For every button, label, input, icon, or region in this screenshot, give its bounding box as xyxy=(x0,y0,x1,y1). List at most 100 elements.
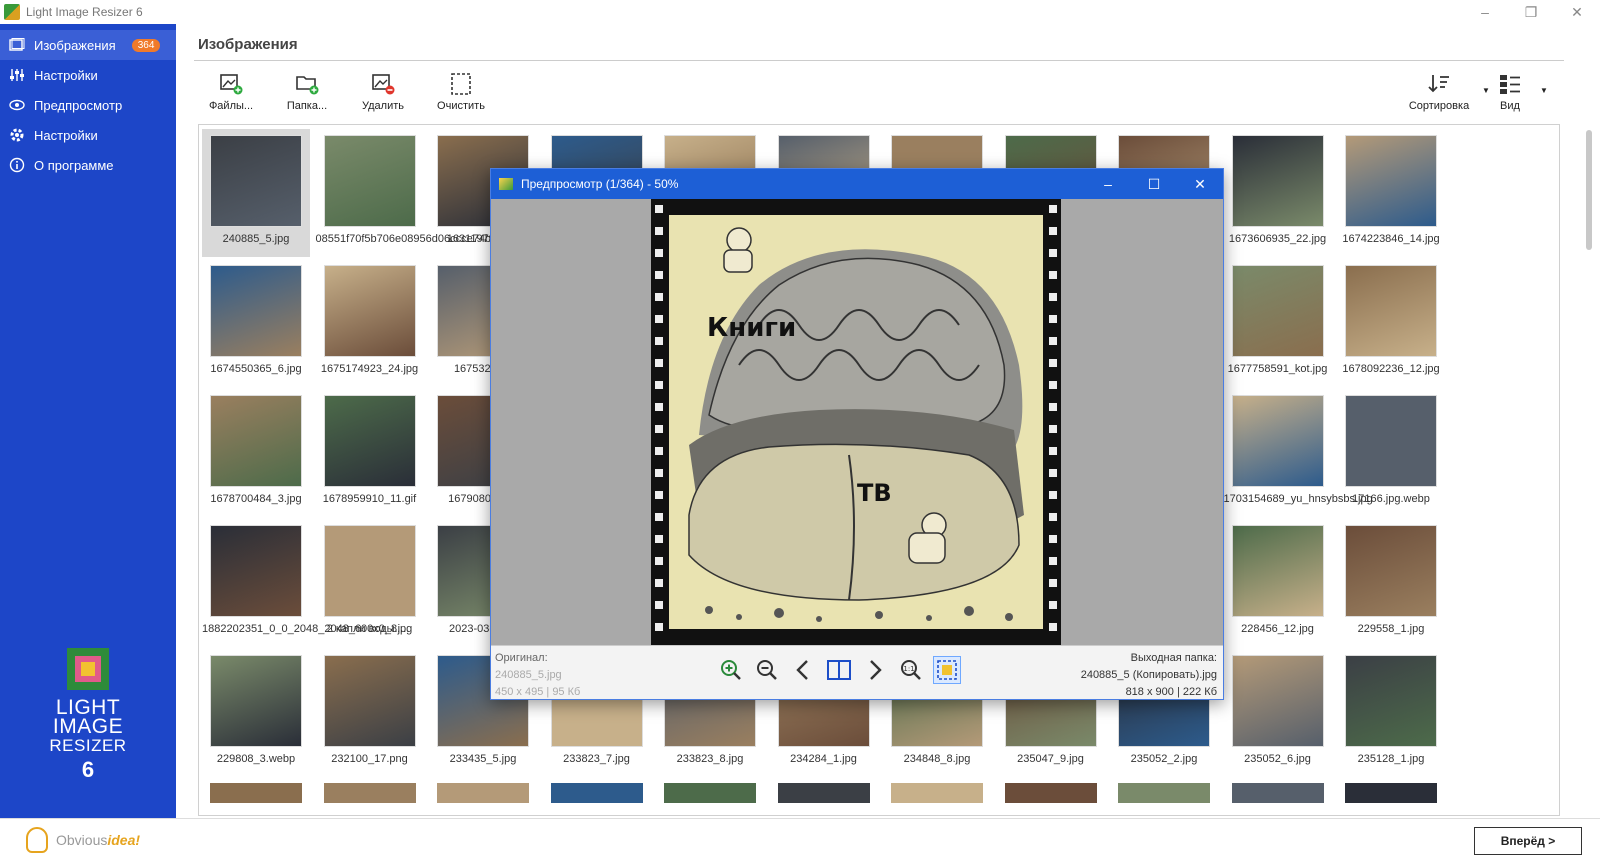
thumbnail-filename: 1675174923_24.jpg xyxy=(320,363,419,375)
thumbnail-image[interactable] xyxy=(550,783,643,803)
film-perforation xyxy=(655,205,663,639)
image-thumbnail[interactable]: 232100_17.png xyxy=(316,649,424,777)
image-thumbnail[interactable]: 08551f70f5b706e08956d06ccce74bb1.... xyxy=(316,129,516,257)
close-icon[interactable]: ✕ xyxy=(1554,0,1600,24)
delete-button[interactable]: Удалить xyxy=(346,72,420,116)
preview-info-bar: Оригинал: 240885_5.jpg 450 x 495 | 95 Кб… xyxy=(491,645,1223,699)
thumbnail-image[interactable] xyxy=(891,783,983,803)
thumbnail-image xyxy=(1231,525,1324,617)
zoom-out-icon[interactable] xyxy=(753,656,781,684)
sidebar-item-about[interactable]: О программе xyxy=(0,150,176,180)
sort-icon xyxy=(1426,72,1452,96)
restore-icon[interactable]: ❐ xyxy=(1508,0,1554,24)
thumbnail-image[interactable] xyxy=(437,783,529,803)
images-icon xyxy=(8,36,26,54)
sidebar-item-images[interactable]: Изображения 364 xyxy=(0,30,176,60)
image-thumbnail[interactable]: 235128_1.jpg xyxy=(1337,649,1445,777)
clear-button[interactable]: Очистить xyxy=(424,72,498,116)
thumbnail-filename: 235052_2.jpg xyxy=(1130,753,1198,765)
thumbnail-filename: 1673606935_22.jpg xyxy=(1228,233,1327,245)
image-thumbnail[interactable]: 1678092236_12.jpg xyxy=(1337,259,1445,387)
image-thumbnail[interactable]: 229558_1.jpg xyxy=(1337,519,1445,647)
button-label: Удалить xyxy=(362,100,404,112)
thumbnail-filename: 228456_12.jpg xyxy=(1241,623,1314,635)
close-icon[interactable]: ✕ xyxy=(1177,169,1223,199)
image-thumbnail[interactable]: 1678959910_11.gif xyxy=(316,389,424,517)
sidebar-item-preview[interactable]: Предпросмотр xyxy=(0,90,176,120)
thumbnail-image xyxy=(210,525,302,617)
view-dropdown-icon[interactable]: ▼ xyxy=(1540,86,1548,95)
thumbnail-image[interactable] xyxy=(1004,783,1097,803)
view-button[interactable]: Вид xyxy=(1480,72,1540,116)
window-controls: – ❐ ✕ xyxy=(1462,0,1600,24)
sliders-icon xyxy=(8,66,26,84)
previous-icon[interactable] xyxy=(789,656,817,684)
next-button[interactable]: Вперёд > xyxy=(1474,827,1582,855)
image-thumbnail[interactable]: 1678700484_3.jpg xyxy=(202,389,310,517)
image-thumbnail[interactable]: 235052_6.jpg xyxy=(1224,649,1332,777)
thumbnail-image xyxy=(210,655,302,747)
thumbnail-image[interactable] xyxy=(777,783,870,803)
next-icon[interactable] xyxy=(861,656,889,684)
sidebar-item-settings[interactable]: Настройки xyxy=(0,120,176,150)
logo-mark-icon xyxy=(67,648,109,690)
thumbnail-filename: 229808_3.webp xyxy=(216,753,296,765)
image-thumbnail[interactable]: 1882202351_0_0_2048_2048_600x0_8.... xyxy=(202,519,410,647)
app-title: Light Image Resizer 6 xyxy=(26,5,143,19)
sort-button[interactable]: Сортировка xyxy=(1402,72,1476,116)
image-thumbnail[interactable]: 2 капли воды.jpg xyxy=(316,519,424,647)
original-details: 450 x 495 | 95 Кб xyxy=(495,686,581,698)
image-thumbnail[interactable]: 1675174923_24.jpg xyxy=(316,259,424,387)
zoom-actual-size-icon[interactable]: 1:1 xyxy=(897,656,925,684)
thumbnail-image xyxy=(1345,525,1437,617)
button-label: Очистить xyxy=(437,100,485,112)
minimize-icon[interactable]: – xyxy=(1462,0,1508,24)
image-thumbnail[interactable]: 1677758591_kot.jpg xyxy=(1224,259,1332,387)
image-thumbnail[interactable]: 240885_5.jpg xyxy=(202,129,310,257)
delete-image-icon xyxy=(370,72,396,96)
sidebar-item-settings-resize[interactable]: Настройки xyxy=(0,60,176,90)
sidebar-item-label: О программе xyxy=(34,157,114,173)
preview-image-frame: Книги ТВ xyxy=(651,199,1061,645)
view-list-icon xyxy=(1497,72,1523,96)
thumbnail-image[interactable] xyxy=(323,783,416,803)
thumbnail-image[interactable] xyxy=(1345,783,1437,803)
image-thumbnail[interactable]: 228456_12.jpg xyxy=(1224,519,1332,647)
maximize-icon[interactable]: ☐ xyxy=(1131,169,1177,199)
thumbnail-image xyxy=(323,135,416,227)
preview-image: Книги ТВ xyxy=(669,215,1043,629)
minimize-icon[interactable]: – xyxy=(1085,169,1131,199)
add-folder-button[interactable]: Папка... xyxy=(270,72,344,116)
button-label: Вид xyxy=(1500,100,1520,112)
image-thumbnail[interactable]: 17166.jpg.webp xyxy=(1337,389,1445,517)
thumbnail-filename: 1882202351_0_0_2048_2048_600x0_8.... xyxy=(202,623,410,635)
image-thumbnail[interactable]: 1673606935_22.jpg xyxy=(1224,129,1332,257)
thumbnail-filename: 235047_9.jpg xyxy=(1017,753,1084,765)
fit-to-window-icon[interactable] xyxy=(933,656,961,684)
thumbnail-filename: 235128_1.jpg xyxy=(1357,753,1425,765)
grid-scrollbar[interactable] xyxy=(1586,130,1592,250)
button-label: Сортировка xyxy=(1408,100,1470,112)
thumbnail-image[interactable] xyxy=(664,783,756,803)
add-folder-icon xyxy=(294,72,320,96)
thumbnail-image[interactable] xyxy=(1118,783,1210,803)
app-logo: LIGHT IMAGE RESIZER 6 xyxy=(40,648,136,783)
add-files-button[interactable]: Файлы... xyxy=(194,72,268,116)
image-thumbnail[interactable]: 1674550365_6.jpg xyxy=(202,259,310,387)
image-thumbnail[interactable]: 1674223846_14.jpg xyxy=(1337,129,1445,257)
cartoon-brain-rock-illustration xyxy=(669,215,1043,629)
clear-selection-icon xyxy=(448,72,474,96)
image-thumbnail[interactable]: 229808_3.webp xyxy=(202,649,310,777)
original-filename: 240885_5.jpg xyxy=(495,669,562,681)
divider xyxy=(194,60,1564,61)
thumbnail-image[interactable] xyxy=(210,783,302,803)
zoom-in-icon[interactable] xyxy=(717,656,745,684)
dialog-title-bar[interactable]: Предпросмотр (1/364) - 50% – ☐ ✕ xyxy=(491,169,1223,199)
app-icon xyxy=(4,4,20,20)
thumbnail-image[interactable] xyxy=(1231,783,1324,803)
button-label: Файлы... xyxy=(208,100,254,112)
compare-split-icon[interactable] xyxy=(825,656,853,684)
thumbnail-image xyxy=(1345,265,1437,357)
thumbnail-image xyxy=(1231,265,1324,357)
image-thumbnail[interactable]: 1703154689_yu_hnsybsbs.jpg xyxy=(1224,389,1373,517)
